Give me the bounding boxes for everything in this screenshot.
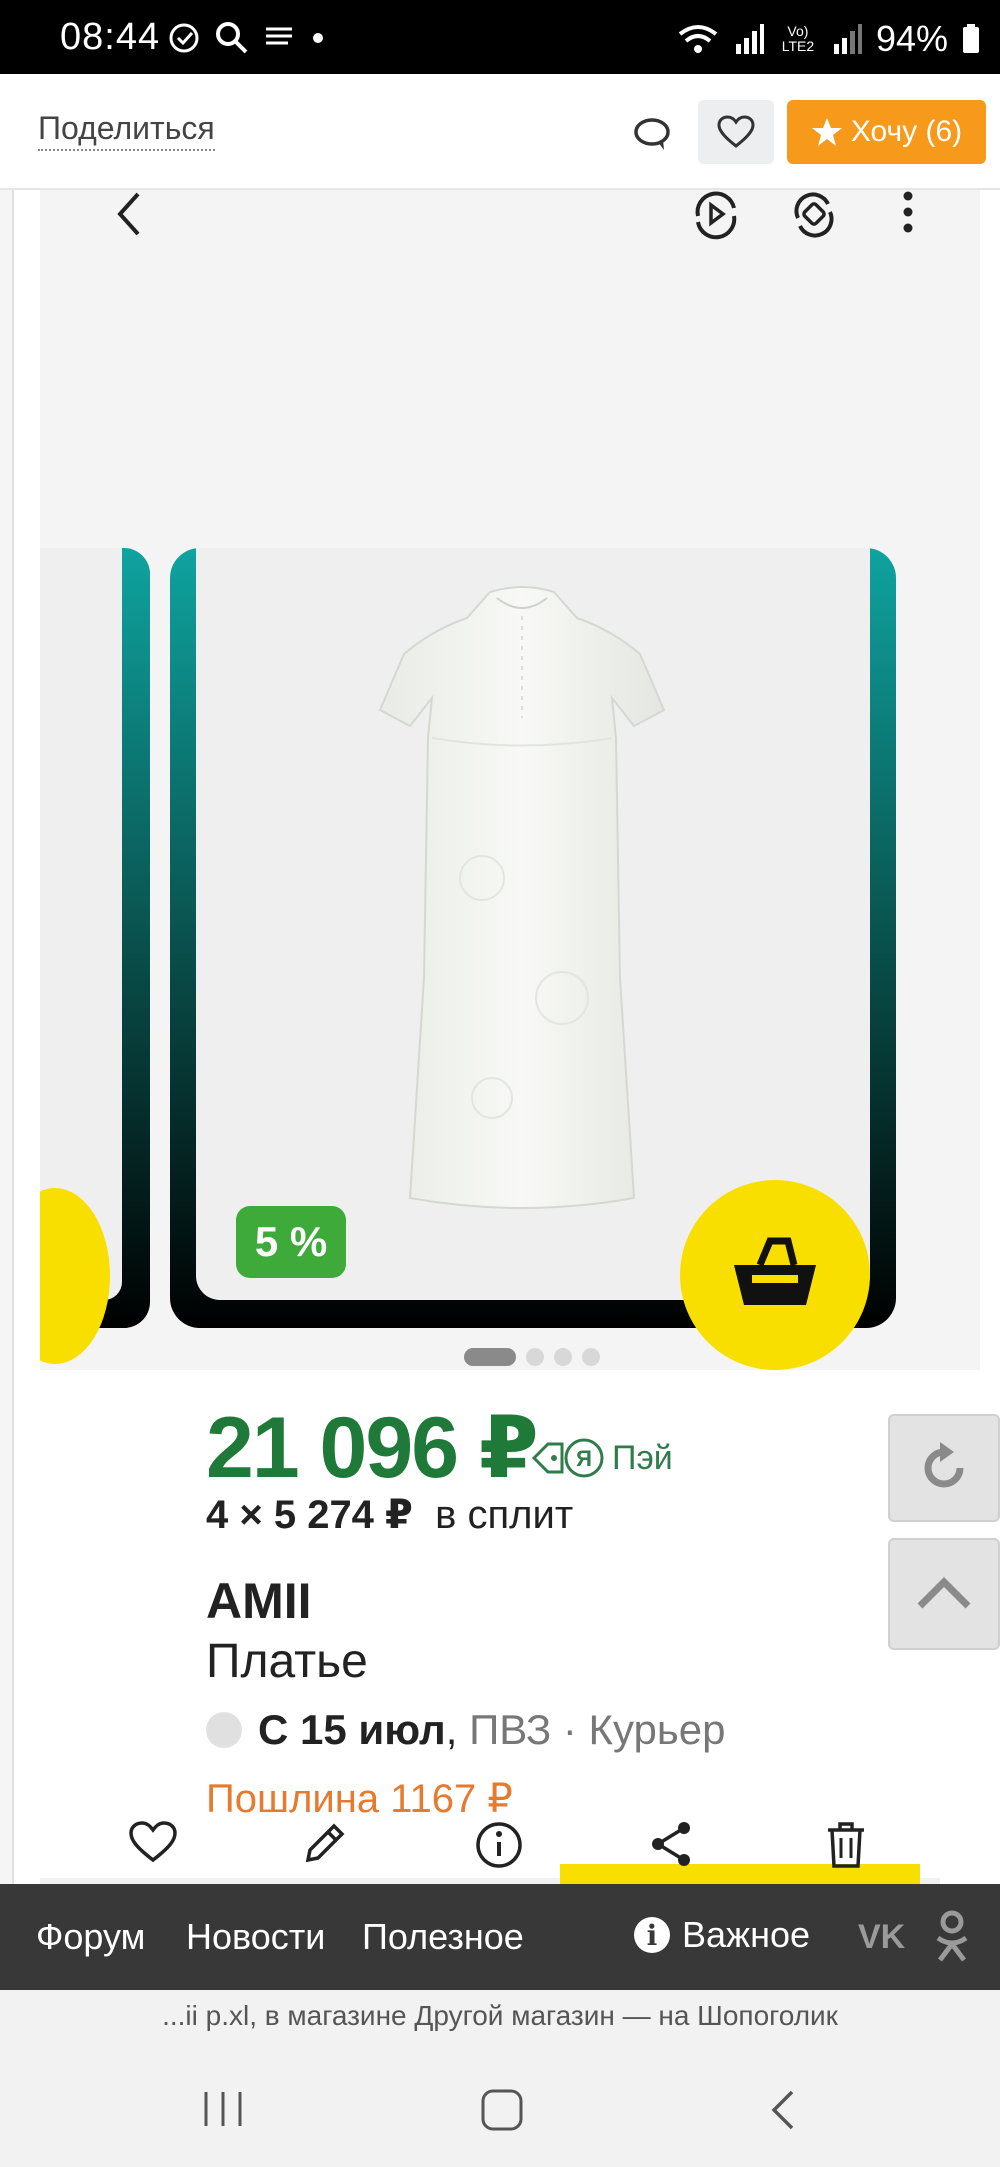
signal-icon-2	[833, 24, 862, 54]
video-review-icon[interactable]	[690, 190, 742, 240]
search-icon	[216, 22, 248, 54]
nav-item-forum[interactable]: Форум	[36, 1916, 145, 1958]
nav-important-label: Важное	[682, 1914, 811, 1955]
split-payment: 4 × 5 274 ₽ в сплит	[206, 1492, 573, 1538]
status-notification-icons	[168, 20, 328, 56]
pagination-dot[interactable]	[582, 1348, 600, 1366]
info-icon[interactable]	[474, 1820, 524, 1870]
heart-icon	[717, 115, 755, 148]
compare-icon[interactable]	[788, 190, 840, 240]
comment-button[interactable]	[628, 114, 676, 154]
delete-trash-icon[interactable]	[824, 1820, 868, 1870]
battery-percent: 94%	[875, 18, 948, 59]
gallery-pagination	[464, 1348, 600, 1366]
comment-icon	[634, 118, 670, 150]
product-brand: AMII	[206, 1573, 312, 1629]
nav-item-useful[interactable]: Полезное	[362, 1916, 524, 1958]
product-gallery[interactable]: 5 %	[40, 370, 980, 1370]
battery-icon	[963, 24, 979, 53]
split-suffix: в сплит	[435, 1493, 574, 1537]
share-link[interactable]: Поделиться	[38, 110, 215, 151]
favorite-button[interactable]	[698, 100, 774, 164]
refresh-icon	[924, 1442, 964, 1488]
pagination-dot[interactable]	[526, 1348, 544, 1366]
want-label: Хочу (6)	[850, 115, 963, 148]
status-system-icons: Vo) LTE2 94%	[676, 18, 980, 60]
status-bar: 08:44 Vo) LTE2 94%	[0, 0, 1000, 74]
info-circle-icon: i	[634, 1917, 670, 1953]
nav-item-news[interactable]: Новости	[186, 1916, 325, 1958]
star-icon	[811, 118, 842, 146]
market-toolbar	[40, 190, 980, 370]
product-type: Платье	[206, 1635, 368, 1688]
edit-pencil-icon[interactable]	[300, 1820, 348, 1868]
check-circle-icon	[169, 23, 199, 53]
share-icon[interactable]	[648, 1820, 694, 1868]
discount-badge: 5 %	[236, 1206, 346, 1278]
want-button[interactable]: Хочу (6)	[787, 100, 986, 164]
back-arrow-icon[interactable]	[110, 190, 150, 240]
android-navigation-bar	[0, 2046, 1000, 2167]
more-menu-icon[interactable]	[898, 190, 918, 240]
back-icon[interactable]	[766, 2088, 800, 2132]
forum-navigation: Форум Новости Полезное i Важное VK	[0, 1884, 1000, 1990]
home-icon[interactable]	[480, 2088, 524, 2132]
post-image-frame: 5 % 21 096 ₽ Я Пэй 4 × 5 274 ₽ в сплит A…	[12, 190, 1000, 2064]
status-time: 08:44	[60, 16, 161, 58]
product-price: 21 096 ₽	[206, 1400, 539, 1496]
split-amount: 4 × 5 274 ₽	[206, 1493, 413, 1537]
network-label: Vo) LTE2	[781, 23, 815, 54]
vk-icon[interactable]: VK	[858, 1918, 905, 1957]
like-heart-icon[interactable]	[128, 1820, 178, 1864]
delivery-methods: ПВЗ · Курьер	[469, 1706, 726, 1753]
pagination-dot[interactable]	[554, 1348, 572, 1366]
scroll-top-button[interactable]	[888, 1538, 1000, 1650]
chevron-up-icon	[917, 1577, 971, 1609]
odnoklassniki-icon[interactable]	[932, 1910, 972, 1964]
page: 08:44 Vo) LTE2 94% Поделиться Хочу (6) 5…	[0, 0, 1000, 2167]
wifi-icon	[678, 25, 718, 53]
page-title: ...ii p.xl, в магазине Другой магазин — …	[0, 1990, 1000, 2046]
refresh-button[interactable]	[888, 1414, 1000, 1522]
site-header: Поделиться Хочу (6)	[0, 74, 1000, 190]
delivery-info: С 15 июл, ПВЗ · Курьер	[206, 1706, 726, 1754]
pay-label: Пэй	[612, 1438, 673, 1477]
yandex-pay-badge: Я Пэй	[528, 1436, 673, 1480]
nav-item-important[interactable]: i Важное	[634, 1914, 810, 1956]
notes-icon	[266, 27, 292, 45]
svg-text:Я: Я	[576, 1446, 592, 1471]
add-to-cart-button[interactable]	[680, 1180, 870, 1370]
basket-icon	[734, 1237, 816, 1305]
ya-pay-icon: Я	[531, 1438, 604, 1478]
dress-image	[378, 586, 666, 1209]
signal-icon	[735, 24, 764, 54]
delivery-date: С 15 июл	[258, 1706, 446, 1753]
pagination-dot[interactable]	[464, 1348, 516, 1366]
delivery-status-dot	[206, 1712, 242, 1748]
dot-icon	[313, 33, 323, 43]
post-actions	[0, 1804, 1000, 1884]
recent-apps-icon[interactable]	[200, 2090, 246, 2128]
